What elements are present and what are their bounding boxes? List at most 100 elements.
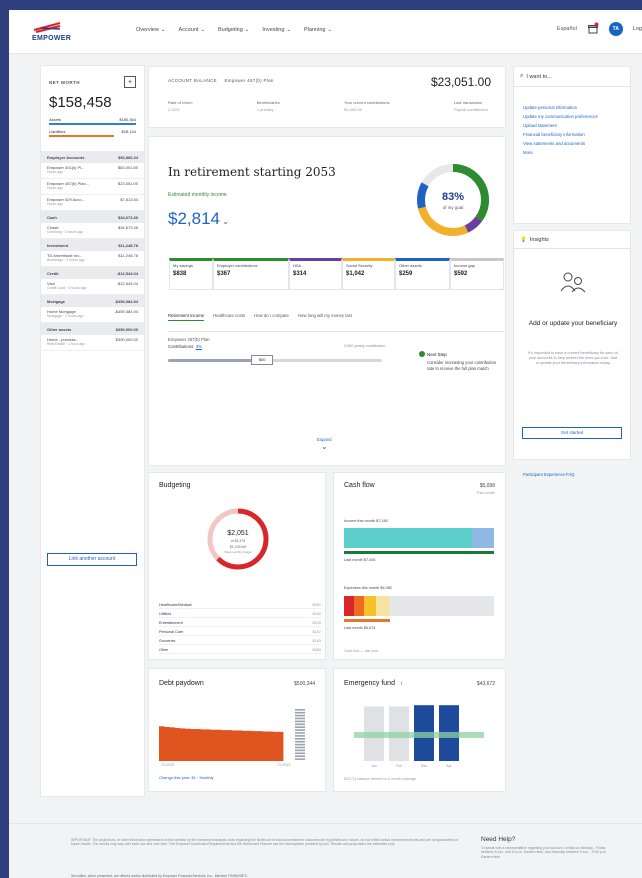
budget-row[interactable]: Entertainment $200 xyxy=(159,619,321,627)
account-row[interactable]: Empower 457(b) Plan... $23,051.00 Hours ag… xyxy=(41,179,144,195)
add-account-icon[interactable]: + xyxy=(124,76,136,88)
account-row[interactable]: Home Mortgage -$459,384.94 Mortgage · 2 ho… xyxy=(41,307,144,323)
income-tile[interactable]: My savings $838 xyxy=(169,258,213,290)
account-group-header[interactable]: Mortgage -$459,384.94 xyxy=(41,295,144,307)
i-want-to-link[interactable]: More xyxy=(523,150,623,155)
faq-link[interactable]: Participant Experience FAQ xyxy=(523,472,574,477)
nav-label: Budgeting xyxy=(218,27,243,33)
goal-percent: 83% xyxy=(442,191,464,203)
account-subtext: Hours ago xyxy=(47,170,64,174)
budget-line1: of $3,475 xyxy=(231,539,246,543)
i-want-to-link[interactable]: View statements and documents xyxy=(523,141,623,146)
gift-icon[interactable] xyxy=(587,22,599,36)
account-group-header[interactable]: Investment $11,248.78 xyxy=(41,239,144,251)
account-value: -$12,544.04 xyxy=(116,281,138,286)
debt-area-bar xyxy=(257,731,263,761)
budget-row[interactable]: Personal Care $187 xyxy=(159,628,321,636)
emergency-bar-label: Feb xyxy=(396,764,402,768)
avatar[interactable]: TA xyxy=(608,22,623,36)
get-started-button[interactable]: Get started xyxy=(522,427,622,439)
slider-handle[interactable]: $50 xyxy=(251,355,274,365)
debt-legend-stripe xyxy=(295,740,305,743)
tab-how-long-money-last[interactable]: How long will my money last xyxy=(298,313,352,321)
monthly-income-value[interactable]: $2,814 ⌄ xyxy=(168,209,229,229)
budget-row[interactable]: Groceries $163 xyxy=(159,637,321,645)
nav-item-account[interactable]: Account ⌄ xyxy=(179,27,205,33)
lightbulb-icon: 💡 xyxy=(520,236,527,243)
debt-area-bar xyxy=(179,728,186,761)
account-group-header[interactable]: Other assets $390,000.00 xyxy=(41,323,144,335)
account-row[interactable]: Empower 401(k) Pl... $63,001.50 Hours ago xyxy=(41,163,144,179)
expand-button[interactable]: Expand ⌄ xyxy=(317,437,332,451)
tab-healthcare-costs[interactable]: Healthcare costs xyxy=(213,313,245,321)
account-group-header[interactable]: Credit -$12,544.04 xyxy=(41,267,144,279)
income-tile[interactable]: HSA $314 xyxy=(289,258,342,290)
debt-change-label[interactable]: Change this year: $1 · Monthly xyxy=(159,775,213,780)
debt-area-bar xyxy=(190,729,196,761)
language-link[interactable]: Español xyxy=(557,26,577,32)
debt-x-start: 7/1/2022 xyxy=(161,763,175,767)
debt-area-bar xyxy=(267,731,274,761)
nav-item-budgeting[interactable]: Budgeting ⌄ xyxy=(218,27,249,33)
budget-row[interactable]: Other $569 xyxy=(159,646,321,654)
i-want-to-link[interactable]: Update my communication preferences xyxy=(523,114,623,119)
debt-area-bar xyxy=(262,731,268,761)
nav-item-investing[interactable]: Investing ⌄ xyxy=(262,27,291,33)
account-row[interactable]: Chase $34,673.36 Checking · 3 hours ago xyxy=(41,223,144,239)
i-want-to-search[interactable]: ⌕ I want to... xyxy=(514,67,630,87)
tab-retirement-income[interactable]: Retirement income xyxy=(168,313,205,321)
account-row[interactable]: Empower 529 Acco... $7,813.84 Hours ago xyxy=(41,195,144,211)
income-tile[interactable]: Other assets $259 xyxy=(395,258,450,290)
net-worth-panel: NET WORTH + $158,458 Assets $180,364 Lia… xyxy=(40,65,145,797)
account-row[interactable]: TD Ameritrade Inv... $11,248.78 Brokerage … xyxy=(41,251,144,267)
budget-row-value: $163 xyxy=(312,638,321,643)
retirement-tabs: Retirement income Healthcare costs How d… xyxy=(168,313,352,321)
budget-row[interactable]: Healthcare/Medical $591 xyxy=(159,601,321,609)
account-group-header[interactable]: Cash $34,673.36 xyxy=(41,211,144,223)
emergency-goal-band xyxy=(354,731,484,738)
account-group-name: Other assets xyxy=(47,326,72,332)
budget-row[interactable]: Utilities $342 xyxy=(159,610,321,618)
i-want-to-link[interactable]: Upload statement xyxy=(523,123,623,128)
last-income-bar xyxy=(344,551,494,554)
last-expenses-bar xyxy=(344,619,390,622)
i-want-to-link[interactable]: Financial beneficiary information xyxy=(523,132,623,137)
account-group-header[interactable]: Employer Accounts $93,866.34 xyxy=(41,151,144,163)
account-fields: Rate of return 2.15% Beneficiaries 1 primar… xyxy=(168,100,488,112)
last-income-label: Last month $7,406 xyxy=(344,558,376,562)
debt-area-bar xyxy=(241,730,248,761)
contributions-value[interactable]: 3% xyxy=(196,344,202,349)
income-tile[interactable]: Employer contributions $367 xyxy=(213,258,289,290)
account-subtext: Hours ago xyxy=(47,186,64,190)
debt-area-bar xyxy=(174,728,181,761)
tabs-divider xyxy=(168,331,504,332)
income-tile[interactable]: Income gap $592 xyxy=(450,258,504,290)
debt-legend-stripe xyxy=(295,755,305,757)
tab-how-do-i-compare[interactable]: How do I compare xyxy=(254,313,289,321)
empower-logo[interactable]: EMPOWER xyxy=(32,21,82,45)
info-icon[interactable]: i xyxy=(401,681,402,687)
net-worth-value: $158,458 xyxy=(49,94,112,111)
retirement-title: In retirement starting 2053 xyxy=(168,165,336,179)
account-subtext: Hours ago xyxy=(47,202,64,206)
account-row[interactable]: Home - purchas... $390,000.00 Real Estate … xyxy=(41,335,144,351)
account-group-value: $11,248.78 xyxy=(118,242,138,248)
contribution-slider[interactable]: $50 xyxy=(168,355,382,365)
tile-label: Social Security xyxy=(346,263,373,268)
expenses-segment-4 xyxy=(376,596,390,616)
account-row[interactable]: Visa -$12,544.04 Credit Card · 4 hours ago xyxy=(41,279,144,295)
cash-flow-title: Cash flow xyxy=(344,482,375,489)
debt-area-bar xyxy=(205,729,212,761)
income-tile[interactable]: Social Security $1,042 xyxy=(342,258,395,290)
expenses-segment-1 xyxy=(344,596,354,616)
account-value: $390,000.00 xyxy=(115,337,138,342)
debt-legend-stripe xyxy=(295,758,305,760)
link-account-button[interactable]: Link another account xyxy=(47,553,137,566)
nav-item-overview[interactable]: Overview ⌄ xyxy=(136,27,166,33)
nav-item-planning[interactable]: Planning ⌄ xyxy=(304,27,332,33)
cash-flow-footer-link[interactable]: Cash flow — last year xyxy=(344,649,378,653)
i-want-to-link[interactable]: Update personal information xyxy=(523,105,623,110)
logout-link[interactable]: Log xyxy=(633,26,642,32)
account-group-name: Investment xyxy=(47,242,69,248)
help-title: Need Help? xyxy=(481,836,516,843)
